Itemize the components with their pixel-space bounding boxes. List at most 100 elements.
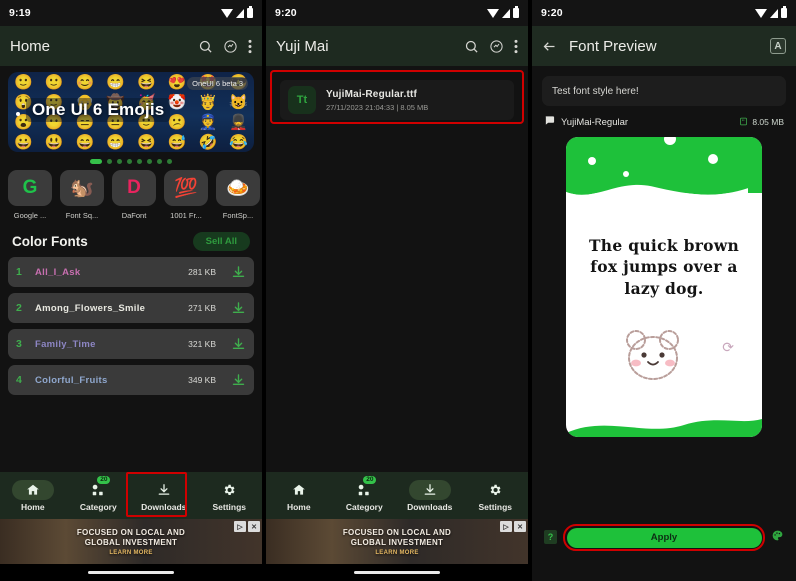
refresh-icon[interactable] <box>223 39 238 54</box>
ad-choices-icon[interactable]: ▷ <box>500 521 512 532</box>
font-preview-body: Test font style here! YujiMai-Regular 8.… <box>532 76 796 581</box>
font-source-label: Google ... <box>13 211 47 220</box>
battery-icon <box>781 6 787 18</box>
font-source-icon: 🍛 <box>216 170 260 206</box>
emoji-icon: 😊 <box>75 73 95 91</box>
test-text-input[interactable]: Test font style here! <box>542 76 786 106</box>
font-source-item[interactable]: 🐿️ Font Sq... <box>60 170 104 220</box>
carousel-dot[interactable] <box>90 159 102 164</box>
bubble-icon <box>708 154 718 164</box>
ad-banner[interactable]: FOCUSED ON LOCAL AND GLOBAL INVESTMENT L… <box>0 519 262 564</box>
ad-cta[interactable]: LEARN MORE <box>109 550 152 556</box>
emoji-icon: 😅 <box>167 133 187 151</box>
font-row-size: 321 KB <box>188 339 216 349</box>
font-sources-row[interactable]: G Google ... 🐿️ Font Sq... D DaFont 💯 1001 Fr..… <box>0 168 262 220</box>
nav-item-home[interactable]: Home <box>0 479 66 512</box>
back-arrow-icon[interactable] <box>542 39 557 54</box>
nav-item-home[interactable]: Home <box>266 480 332 512</box>
carousel-dot[interactable] <box>167 159 172 164</box>
palette-icon[interactable] <box>771 529 784 545</box>
color-fonts-list: 1 All_I_Ask 281 KB 2 Among_Flowers_Smile 271 … <box>0 257 262 395</box>
wifi-icon <box>755 8 767 18</box>
download-list-item[interactable]: Tt YujiMai-Regular.ttf 27/11/2023 21:04:… <box>280 80 514 120</box>
status-bar: 9:20 <box>266 0 528 26</box>
carousel-dot[interactable] <box>157 159 162 164</box>
nav-item-settings[interactable]: Settings <box>463 480 529 512</box>
download-icon[interactable] <box>231 337 246 352</box>
font-row-size: 281 KB <box>188 267 216 277</box>
app-bar-actions <box>198 39 252 54</box>
see-all-button[interactable]: Sell All <box>192 232 250 251</box>
gear-icon <box>208 480 250 500</box>
download-icon[interactable] <box>231 265 246 280</box>
carousel-dot[interactable] <box>147 159 152 164</box>
ad-banner[interactable]: FOCUSED ON LOCAL AND GLOBAL INVESTMENT L… <box>266 519 528 564</box>
font-row-name: Colorful_Fruits <box>35 374 108 386</box>
font-source-item[interactable]: 🍛 FontSp... <box>216 170 260 220</box>
emoji-icon: 😂 <box>229 133 248 151</box>
carousel-dot[interactable] <box>137 159 142 164</box>
font-list-row[interactable]: 2 Among_Flowers_Smile 271 KB <box>8 293 254 323</box>
download-icon[interactable] <box>231 373 246 388</box>
bottom-nav-downloads[interactable]: Home 20 Category Downloads Settings <box>266 472 528 519</box>
screenshot-stage: 9:19 Home 🙂🙂� <box>0 0 796 581</box>
nav-item-downloads[interactable]: Downloads <box>131 480 197 512</box>
banner-tag: OneUI 6 beta 3 <box>187 77 248 90</box>
nav-item-label: Downloads <box>407 501 453 512</box>
search-icon[interactable] <box>198 39 213 54</box>
search-icon[interactable] <box>464 39 479 54</box>
carousel-dot[interactable] <box>127 159 132 164</box>
refresh-icon[interactable] <box>489 39 504 54</box>
ad-cta[interactable]: LEARN MORE <box>375 550 418 556</box>
wifi-icon <box>221 8 233 18</box>
font-source-item[interactable]: D DaFont <box>112 170 156 220</box>
card-green-footer <box>566 419 762 437</box>
nav-item-downloads[interactable]: Downloads <box>397 479 463 512</box>
font-row-index: 4 <box>16 374 22 386</box>
font-list-row[interactable]: 4 Colorful_Fruits 349 KB <box>8 365 254 395</box>
font-source-item[interactable]: G Google ... <box>8 170 52 220</box>
nav-item-label: Home <box>286 501 311 512</box>
emoji-icon: 😺 <box>229 93 248 111</box>
more-vert-icon[interactable] <box>248 39 252 54</box>
banner-carousel[interactable]: 🙂🙂😊😁😆😍🤩😎😲🙂👴🤠🥳🤡🤴😺😮😶😑😐🙂😕👮💂😀😃😄😁😆😅🤣😂 OneUI 6… <box>0 66 262 168</box>
apply-button[interactable]: Apply <box>566 527 762 548</box>
app-bar-actions <box>464 39 518 54</box>
bottom-nav-home[interactable]: Home 20 Category Downloads Settings <box>0 472 262 519</box>
status-time: 9:19 <box>9 7 31 19</box>
home-indicator[interactable] <box>354 571 440 574</box>
help-icon[interactable]: ? <box>544 530 557 545</box>
ad-close-icon[interactable]: ✕ <box>248 521 260 532</box>
emoji-icon: 😆 <box>137 133 156 151</box>
nav-item-settings[interactable]: Settings <box>197 480 263 512</box>
home-icon <box>278 480 320 500</box>
banner-slide[interactable]: 🙂🙂😊😁😆😍🤩😎😲🙂👴🤠🥳🤡🤴😺😮😶😑😐🙂😕👮💂😀😃😄😁😆😅🤣😂 OneUI 6… <box>8 72 254 152</box>
download-icon[interactable] <box>231 301 246 316</box>
font-preview-card: The quick brown fox jumps over a lazy do… <box>566 137 762 437</box>
nav-item-category[interactable]: 20 Category <box>332 475 398 512</box>
ad-close-icon[interactable]: ✕ <box>514 521 526 532</box>
panel-downloads: 9:20 Yuji Mai Tt YujiMai-Regular.ttf 27/… <box>266 0 528 581</box>
ad-line-2: GLOBAL INVESTMENT <box>84 537 178 547</box>
home-indicator[interactable] <box>88 571 174 574</box>
font-source-item[interactable]: 💯 1001 Fr... <box>164 170 208 220</box>
nav-item-label: Category <box>345 501 383 512</box>
carousel-dots[interactable] <box>8 152 254 168</box>
font-style-toggle-button[interactable]: A <box>770 38 786 54</box>
font-source-label: 1001 Fr... <box>170 211 202 220</box>
ad-line-1: FOCUSED ON LOCAL AND <box>342 527 452 537</box>
font-list-row[interactable]: 1 All_I_Ask 281 KB <box>8 257 254 287</box>
carousel-dot[interactable] <box>117 159 122 164</box>
nav-item-category[interactable]: 20 Category <box>66 475 132 512</box>
emoji-icon: 🙂 <box>44 73 64 91</box>
status-bar: 9:20 <box>532 0 796 26</box>
emoji-icon: 😄 <box>75 133 95 151</box>
font-list-row[interactable]: 3 Family_Time 321 KB <box>8 329 254 359</box>
emoji-icon: 😃 <box>44 133 64 151</box>
carousel-dot[interactable] <box>107 159 112 164</box>
category-icon: 20 <box>77 475 119 500</box>
ad-marks: ▷ ✕ <box>500 521 526 532</box>
more-vert-icon[interactable] <box>514 39 518 54</box>
font-size-value: 8.05 MB <box>752 117 784 127</box>
ad-choices-icon[interactable]: ▷ <box>234 521 246 532</box>
